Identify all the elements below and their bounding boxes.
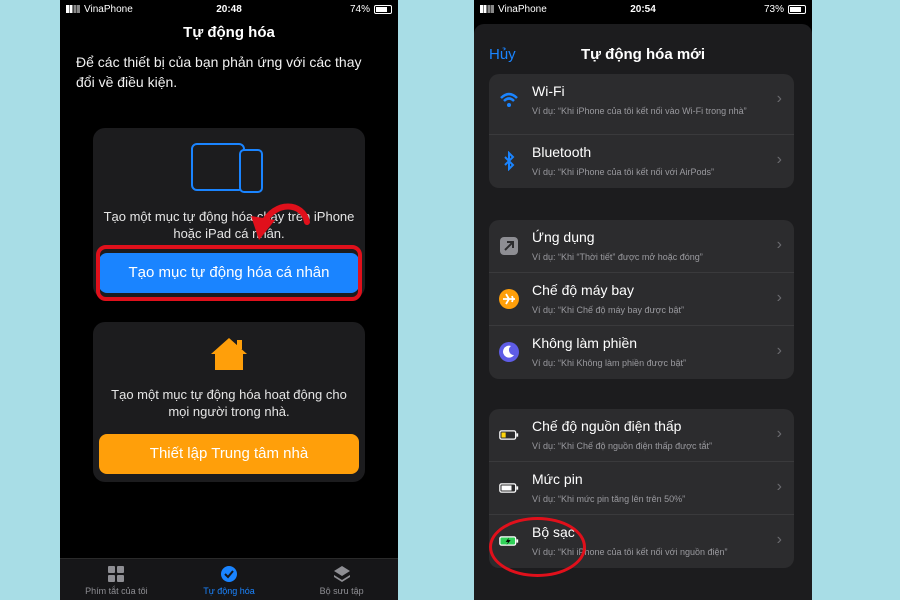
status-bar: VinaPhone 20:48 74% — [60, 0, 398, 18]
page-description: Để các thiết bị của bạn phản ứng với các… — [76, 54, 362, 90]
row-label: Wi-Fi — [532, 83, 565, 99]
app-icon — [500, 237, 518, 255]
airplane-icon — [499, 289, 519, 309]
sheet-title: Tự động hóa mới — [580, 46, 705, 63]
status-bar: VinaPhone 20:54 73% — [474, 0, 812, 18]
row-subtitle: Ví dụ: “Khi mức pin tăng lên trên 50%” — [532, 494, 686, 504]
chevron-right-icon: › — [776, 478, 782, 495]
tab-bar: Phím tắt của tôi Tự động hóa Bộ sưu tập — [60, 558, 398, 600]
home-automation-card: Tạo một mục tự động hóa hoạt động cho mọ… — [93, 322, 365, 482]
clock-check-icon — [221, 566, 237, 582]
home-icon — [211, 338, 247, 370]
bluetooth-icon — [504, 151, 515, 171]
battery-icon — [374, 4, 392, 14]
list-item-low-power-mode[interactable]: Chế độ nguồn điện thấp Ví dụ: “Khi Chế đ… — [489, 409, 794, 462]
tab-automation[interactable]: Tự động hóa — [173, 559, 286, 600]
chevron-right-icon: › — [776, 531, 782, 548]
row-label: Chế độ nguồn điện thấp — [532, 418, 682, 434]
list-item-battery-level[interactable]: Mức pin Ví dụ: “Khi mức pin tăng lên trê… — [489, 462, 794, 515]
chevron-right-icon: › — [776, 236, 782, 253]
red-arrow-icon — [251, 203, 310, 240]
layers-icon — [333, 566, 350, 582]
group-connectivity: Wi-Fi Ví dụ: “Khi iPhone của tôi kết nối… — [489, 74, 794, 188]
setup-home-hub-button[interactable]: Thiết lập Trung tâm nhà — [99, 434, 359, 474]
tab-label: Bộ sưu tập — [319, 586, 364, 596]
chevron-right-icon: › — [776, 90, 782, 107]
row-label: Mức pin — [532, 471, 583, 487]
row-subtitle: Ví dụ: “Khi Chế độ nguồn điện thấp được … — [532, 441, 713, 451]
highlight-rectangle — [96, 245, 362, 301]
phone-new-automation-screen: VinaPhone 20:54 73% Hủy Tự động hóa mới … — [474, 0, 812, 600]
tab-my-shortcuts[interactable]: Phím tắt của tôi — [60, 559, 173, 600]
row-label: Bluetooth — [532, 144, 592, 160]
chevron-right-icon: › — [776, 342, 782, 359]
home-card-text: Tạo một mục tự động hóa hoạt động cho mọ… — [111, 387, 347, 419]
row-subtitle: Ví dụ: “Khi iPhone của tôi kết nối vào W… — [532, 106, 747, 116]
low-power-icon — [499, 430, 519, 440]
wifi-icon — [500, 92, 518, 107]
clock: 20:54 — [630, 3, 656, 15]
devices-icon — [191, 143, 263, 193]
list-item-do-not-disturb[interactable]: Không làm phiền Ví dụ: “Khi Không làm ph… — [489, 326, 794, 379]
battery-level-icon — [499, 483, 519, 493]
list-item-wifi[interactable]: Wi-Fi Ví dụ: “Khi iPhone của tôi kết nối… — [489, 74, 794, 135]
moon-icon — [499, 342, 519, 362]
row-subtitle: Ví dụ: “Khi “Thời tiết” được mở hoặc đón… — [532, 252, 703, 262]
phone-automation-screen: VinaPhone 20:48 74% Tự động hóa Để các t… — [60, 0, 398, 600]
page-title: Tự động hóa — [183, 24, 275, 41]
tab-label: Tự động hóa — [203, 586, 255, 596]
row-label: Không làm phiền — [532, 335, 638, 351]
nav-bar: Hủy Tự động hóa mới — [474, 46, 812, 66]
highlight-circle — [489, 517, 586, 577]
list-item-bluetooth[interactable]: Bluetooth Ví dụ: “Khi iPhone của tôi kết… — [489, 135, 794, 188]
group-settings: Ứng dụng Ví dụ: “Khi “Thời tiết” được mở… — [489, 220, 794, 379]
clock: 20:48 — [216, 3, 242, 15]
tab-gallery[interactable]: Bộ sưu tập — [285, 559, 398, 600]
row-label: Ứng dụng — [532, 229, 595, 245]
tab-label: Phím tắt của tôi — [85, 586, 148, 596]
grid-icon — [108, 566, 125, 582]
list-item-airplane-mode[interactable]: Chế độ máy bay Ví dụ: “Khi Chế độ máy ba… — [489, 273, 794, 326]
row-subtitle: Ví dụ: “Khi Không làm phiền được bật” — [532, 358, 687, 368]
row-subtitle: Ví dụ: “Khi Chế độ máy bay được bật” — [532, 305, 684, 315]
list-item-app[interactable]: Ứng dụng Ví dụ: “Khi “Thời tiết” được mở… — [489, 220, 794, 273]
personal-card-text: Tạo một mục tự động hóa chạy trên iPhone… — [103, 209, 355, 241]
chevron-right-icon: › — [776, 425, 782, 442]
battery-icon — [788, 4, 806, 14]
chevron-right-icon: › — [776, 151, 782, 168]
new-automation-sheet: Hủy Tự động hóa mới Wi-Fi Ví dụ: “Khi iP… — [474, 24, 812, 600]
row-subtitle: Ví dụ: “Khi iPhone của tôi kết nối với A… — [532, 167, 714, 177]
chevron-right-icon: › — [776, 289, 782, 306]
row-label: Chế độ máy bay — [532, 282, 634, 298]
